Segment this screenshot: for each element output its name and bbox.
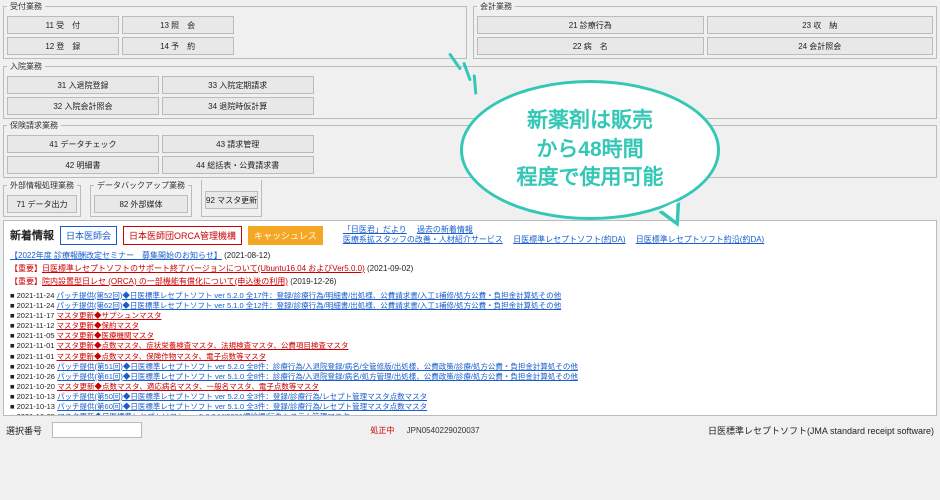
link[interactable]: 医療系拡スタッフの改善・人材紹介サービス	[343, 235, 503, 244]
btn-42[interactable]: 42 明細書	[7, 156, 159, 174]
news-link[interactable]: マスタ更新◆点数マスタ、保険作物マスタ、電子点数等マスタ	[57, 352, 267, 361]
external-group: 外部情報処理業務 71 データ出力	[3, 180, 81, 217]
external-legend: 外部情報処理業務	[7, 180, 77, 191]
select-input[interactable]	[52, 422, 142, 438]
backup-legend: データバックアップ業務	[94, 180, 188, 191]
news-link[interactable]: パッチ提供(第51回)◆日医標準レセプトソフト ver 5.2.0 全8件：診療…	[57, 362, 578, 371]
news-link[interactable]: マスタ更新◆点数マスタ、症状栄養検査マスタ、法規検査マスタ、公費項目検査マスタ	[57, 341, 349, 350]
facility-id: JPN0540229020037	[407, 426, 480, 435]
badge-jma[interactable]: 日本医師会	[60, 226, 117, 245]
backup-group: データバックアップ業務 82 外部媒体	[90, 180, 192, 217]
inpatient-legend: 入院業務	[7, 61, 45, 72]
inpatient-group: 入院業務 31 入退院登録 33 入院定期請求 32 入院会計照会 34 退院時…	[3, 61, 937, 119]
status-warn: 処正中	[370, 426, 394, 435]
callout-bubble: 新薬剤は販売 から48時間 程度で使用可能	[460, 80, 720, 220]
info-title: 新着情報	[10, 227, 54, 243]
news-link[interactable]: マスタ更新◆点数マスタ、適応病名マスタ、一般名マスタ、電子点数等マスタ	[57, 382, 319, 391]
alert-link[interactable]: 院内設置型日レセ (ORCA) の一部機能有償化について(申込後の利用)	[42, 277, 288, 286]
news-link[interactable]: マスタ更新◆サプシュンマスタ	[57, 311, 162, 320]
btn-22[interactable]: 22 病 名	[477, 37, 704, 55]
btn-32[interactable]: 32 入院会計照会	[7, 97, 159, 115]
btn-23[interactable]: 23 収 納	[707, 16, 934, 34]
news-link[interactable]: マスタ更新◆保約マスタ	[57, 321, 140, 330]
link[interactable]: 過去の新着情報	[417, 225, 473, 234]
news-link[interactable]: パッチ提供(第50回)◆日医標準レセプトソフト ver 5.2.0 全3件：登録…	[57, 392, 427, 401]
news-link[interactable]: パッチ提供(第62回)◆日医標準レセプトソフト ver 5.1.0 全12件：登…	[57, 301, 562, 310]
info-panel: 新着情報 日本医師会 日本医師団ORCA管理機構 キャッシュレス 「日医君」だよ…	[3, 220, 937, 416]
btn-82[interactable]: 82 外部媒体	[94, 195, 188, 213]
btn-14[interactable]: 14 予 約	[122, 37, 234, 55]
alert-link[interactable]: 日医標準レセプトソフトのサポート終了バージョンについて(Ubuntu16.04 …	[42, 264, 365, 273]
link[interactable]: 日医標準レセプトソフト約沿(約DA)	[636, 235, 764, 244]
footer: 選択番号 処正中 JPN0540229020037 日医標準レセプトソフト(JM…	[0, 418, 940, 442]
select-label: 選択番号	[6, 424, 42, 437]
reception-legend: 受付業務	[7, 1, 45, 12]
news-link[interactable]: パッチ提供(第60回)◆日医標準レセプトソフト ver 5.1.0 全3件：登録…	[57, 402, 427, 411]
link[interactable]: 「日医君」だより	[343, 225, 407, 234]
btn-33[interactable]: 33 入院定期請求	[162, 76, 314, 94]
btn-41[interactable]: 41 データチェック	[7, 135, 159, 153]
badge-cashless[interactable]: キャッシュレス	[248, 226, 323, 245]
link[interactable]: 日医標準レセプトソフト(約DA)	[513, 235, 625, 244]
reception-group: 受付業務 11 受 付 13 照 会 12 登 録 14 予 約	[3, 1, 467, 59]
btn-92[interactable]: 92 マスタ更新	[205, 191, 258, 209]
alert-link[interactable]: 【2022年度 診療報酬改定セミナー 募集開始のお知らせ】	[10, 251, 222, 260]
btn-24[interactable]: 24 会計照会	[707, 37, 934, 55]
news-link[interactable]: マスタ更新◆日医標準レセプトソフト ver 5.2.0 MI5001課診課/行為…	[57, 412, 350, 416]
btn-34[interactable]: 34 退院時仮計算	[162, 97, 314, 115]
insurance-legend: 保険請求業務	[7, 120, 61, 131]
btn-43[interactable]: 43 請求管理	[162, 135, 314, 153]
btn-31[interactable]: 31 入退院登録	[7, 76, 159, 94]
news-link[interactable]: マスタ更新◆医療機関マスタ	[57, 331, 155, 340]
badge-orca[interactable]: 日本医師団ORCA管理機構	[123, 226, 242, 245]
master-group: 92 マスタ更新	[201, 180, 262, 217]
app-name: 日医標準レセプトソフト(JMA standard receipt softwar…	[708, 424, 934, 437]
btn-12[interactable]: 12 登 録	[7, 37, 119, 55]
accounting-group: 会計業務 21 診療行為 23 収 納 22 病 名 24 会計照会	[473, 1, 937, 59]
btn-44[interactable]: 44 総括表・公費請求書	[162, 156, 314, 174]
btn-71[interactable]: 71 データ出力	[7, 195, 77, 213]
btn-11[interactable]: 11 受 付	[7, 16, 119, 34]
accounting-legend: 会計業務	[477, 1, 515, 12]
news-link[interactable]: パッチ提供(第61回)◆日医標準レセプトソフト ver 5.1.0 全8件：診療…	[57, 372, 578, 381]
news-link[interactable]: パッチ提供(第52回)◆日医標準レセプトソフト ver 5.2.0 全17件：登…	[57, 291, 562, 300]
btn-21[interactable]: 21 診療行為	[477, 16, 704, 34]
btn-13[interactable]: 13 照 会	[122, 16, 234, 34]
